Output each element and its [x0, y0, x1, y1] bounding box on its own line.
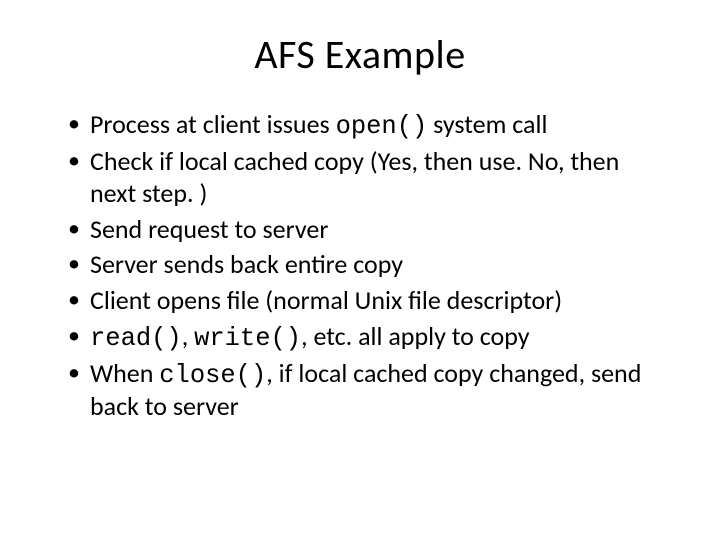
list-item: Server sends back entire copy [68, 249, 670, 281]
text-run: Client opens file (normal Unix file desc… [90, 284, 562, 316]
text-run: Server sends back entire copy [90, 248, 403, 280]
text-run: , etc. all apply to copy [301, 320, 529, 352]
code-run: open() [336, 112, 428, 141]
list-item: Send request to server [68, 214, 670, 246]
text-run: system call [427, 108, 547, 140]
text-run: , [182, 320, 194, 352]
list-item: Client opens file (normal Unix file desc… [68, 285, 670, 317]
slide-title: AFS Example [40, 30, 680, 79]
list-item: read(), write(), etc. all apply to copy [68, 321, 670, 354]
text-run: When [90, 357, 159, 389]
list-item: Check if local cached copy (Yes, then us… [68, 146, 670, 209]
list-item: When close(), if local cached copy chang… [68, 358, 670, 423]
list-item: Process at client issues open() system c… [68, 109, 670, 142]
code-run: read() [90, 324, 182, 353]
slide: AFS Example Process at client issues ope… [0, 0, 720, 540]
code-run: close() [159, 361, 266, 390]
bullet-list: Process at client issues open() system c… [40, 109, 680, 423]
code-run: write() [194, 324, 301, 353]
text-run: Process at client issues [90, 108, 336, 140]
text-run: Check if local cached copy (Yes, then us… [90, 145, 619, 209]
text-run: Send request to server [90, 213, 328, 245]
